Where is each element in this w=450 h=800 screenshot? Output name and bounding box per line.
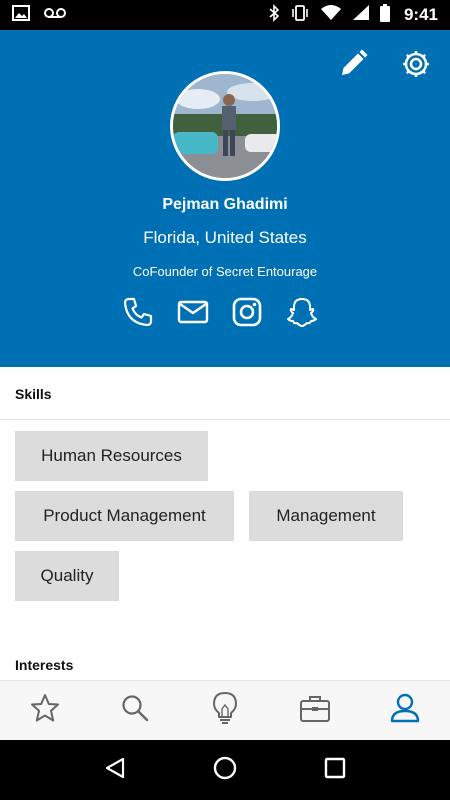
status-time: 9:41: [403, 5, 438, 24]
profile-icon: [389, 692, 421, 729]
image-icon: [12, 4, 30, 26]
skill-chip[interactable]: Management: [249, 491, 403, 541]
instagram-icon: [231, 296, 263, 333]
skills-heading: Skills: [15, 386, 52, 402]
skill-chip[interactable]: Product Management: [15, 491, 234, 541]
instagram-button[interactable]: [229, 296, 265, 332]
skill-chip[interactable]: Quality: [15, 551, 119, 601]
skill-chip[interactable]: Human Resources: [15, 431, 208, 481]
contact-actions: [120, 296, 320, 332]
profile-title: CoFounder of Secret Entourage: [132, 264, 318, 279]
nav-ideas[interactable]: [180, 681, 270, 740]
wifi-icon: [320, 4, 342, 26]
bluetooth-icon: [268, 3, 280, 27]
email-button[interactable]: [175, 296, 211, 332]
vibrate-icon: [290, 4, 310, 27]
nav-profile[interactable]: [360, 681, 450, 740]
signal-icon: [352, 4, 370, 26]
nav-favorites[interactable]: [0, 681, 90, 740]
skills-divider: [0, 419, 450, 420]
interests-heading: Interests: [15, 657, 74, 673]
recents-icon: [324, 757, 346, 784]
call-button[interactable]: [120, 296, 156, 332]
battery-icon: [379, 3, 390, 27]
phone-icon: [122, 296, 154, 333]
bottom-nav: [0, 680, 450, 740]
edit-profile-button[interactable]: [333, 46, 373, 86]
back-icon: [103, 756, 127, 785]
profile-header: Pejman Ghadimi Florida, United States Co…: [0, 30, 450, 367]
avatar: [170, 71, 280, 181]
system-back-button[interactable]: [95, 750, 135, 790]
voicemail-icon: [44, 6, 66, 24]
pencil-icon: [337, 48, 369, 85]
system-nav-bar: [0, 740, 450, 800]
nav-search[interactable]: [90, 681, 180, 740]
nav-jobs[interactable]: [270, 681, 360, 740]
system-home-button[interactable]: [205, 750, 245, 790]
star-icon: [29, 692, 61, 729]
mail-icon: [177, 299, 209, 330]
gear-icon: [400, 48, 432, 85]
status-bar: 9:41: [0, 0, 450, 30]
profile-location: Florida, United States: [143, 228, 307, 247]
home-icon: [212, 755, 238, 786]
snapchat-icon: [286, 296, 318, 333]
lightbulb-icon: [211, 691, 239, 730]
briefcase-icon: [299, 693, 331, 728]
snapchat-button[interactable]: [284, 296, 320, 332]
settings-button[interactable]: [396, 46, 436, 86]
search-icon: [120, 693, 150, 728]
system-recents-button[interactable]: [315, 750, 355, 790]
profile-name: Pejman Ghadimi: [162, 196, 288, 213]
